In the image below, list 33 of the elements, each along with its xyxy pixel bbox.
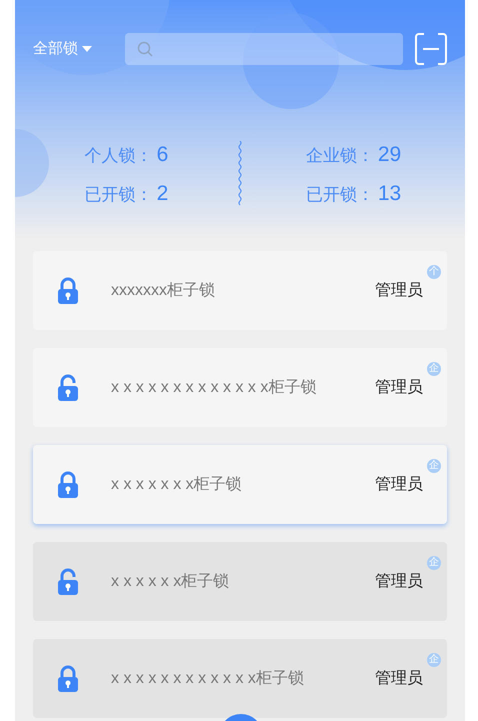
caret-icon — [82, 46, 92, 52]
wavy-divider — [238, 141, 242, 207]
search-icon — [137, 41, 153, 57]
type-badge: 企 — [427, 653, 441, 667]
lock-card[interactable]: x x x x x x柜子锁 管理员 企 — [33, 542, 447, 621]
lock-name: x x x x x x x x x x x x x柜子锁 — [111, 378, 318, 398]
lock-name: xxxxxxx柜子锁 — [111, 280, 216, 300]
stat-label: 已开锁： — [306, 184, 374, 206]
lock-name: x x x x x x柜子锁 — [111, 572, 230, 592]
role-label: 管理员 — [375, 572, 423, 592]
type-badge: 企 — [427, 362, 441, 376]
scan-icon[interactable] — [415, 32, 447, 66]
lock-name: x x x x x x x x x x x x柜子锁 — [111, 668, 305, 688]
lock-card[interactable]: xxxxxxx柜子锁 管理员 个 — [33, 251, 447, 330]
role-label: 管理员 — [375, 378, 423, 398]
role-label: 管理员 — [375, 474, 423, 494]
lock-card[interactable]: x x x x x x x柜子锁 管理员 企 — [33, 445, 447, 524]
stat-value: 29 — [378, 142, 402, 168]
stat-value: 13 — [378, 181, 402, 207]
stat-value: 2 — [156, 181, 168, 207]
stat-label: 企业锁： — [306, 144, 374, 166]
lock-name: x x x x x x x柜子锁 — [111, 474, 243, 494]
role-label: 管理员 — [375, 668, 423, 688]
stat-label: 个人锁： — [84, 144, 153, 166]
role-label: 管理员 — [375, 280, 423, 300]
type-badge: 企 — [427, 459, 441, 473]
lock-card[interactable]: x x x x x x x x x x x x柜子锁 管理员 企 — [33, 639, 447, 718]
lock-card[interactable]: x x x x x x x x x x x x x柜子锁 管理员 企 — [33, 348, 447, 427]
stat-label: 已开锁： — [84, 184, 153, 206]
search-field[interactable] — [125, 33, 403, 65]
stat-value: 6 — [156, 142, 168, 168]
type-badge: 个 — [427, 265, 441, 279]
type-badge: 企 — [427, 556, 441, 570]
